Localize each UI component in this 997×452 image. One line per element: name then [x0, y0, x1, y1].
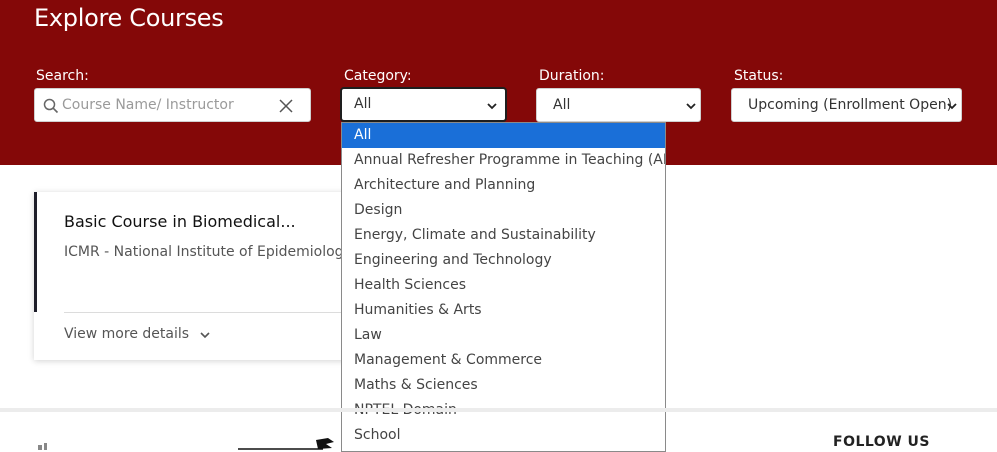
- category-selected-value: All: [354, 96, 372, 112]
- category-option-architecture[interactable]: Architecture and Planning: [342, 173, 665, 198]
- category-option-design[interactable]: Design: [342, 198, 665, 223]
- category-option-all[interactable]: All: [342, 123, 665, 148]
- category-option-maths[interactable]: Maths & Sciences: [342, 373, 665, 398]
- category-option-arpit[interactable]: Annual Refresher Programme in Teaching (…: [342, 148, 665, 173]
- category-select[interactable]: All: [340, 87, 507, 122]
- search-field[interactable]: [34, 88, 311, 122]
- status-select[interactable]: Upcoming (Enrollment Open): [731, 88, 962, 122]
- view-more-details-link[interactable]: View more details: [64, 326, 189, 342]
- card-accent-bar: [34, 192, 37, 312]
- chevron-down-icon[interactable]: [198, 329, 212, 341]
- search-label: Search:: [36, 68, 89, 84]
- category-dropdown-list[interactable]: All Annual Refresher Programme in Teachi…: [341, 122, 666, 452]
- search-input[interactable]: [62, 95, 277, 115]
- duration-selected-value: All: [553, 97, 571, 113]
- close-icon[interactable]: [278, 98, 294, 114]
- page-title: Explore Courses: [34, 4, 224, 32]
- category-option-law[interactable]: Law: [342, 323, 665, 348]
- category-option-management[interactable]: Management & Commerce: [342, 348, 665, 373]
- category-option-energy[interactable]: Energy, Climate and Sustainability: [342, 223, 665, 248]
- chevron-down-icon: [686, 103, 696, 110]
- course-card[interactable]: Basic Course in Biomedical... ICMR - Nat…: [34, 192, 354, 360]
- status-label: Status:: [734, 68, 784, 84]
- footer-partner-logo: [238, 438, 334, 450]
- duration-select[interactable]: All: [536, 88, 701, 122]
- chevron-down-icon: [487, 103, 497, 110]
- follow-us-heading: FOLLOW US: [833, 434, 930, 450]
- card-divider: [64, 312, 354, 313]
- footer-divider: [0, 408, 997, 412]
- course-institute: ICMR - National Institute of Epidemiolog…: [64, 244, 352, 260]
- course-title[interactable]: Basic Course in Biomedical...: [64, 212, 296, 231]
- category-option-engineering[interactable]: Engineering and Technology: [342, 248, 665, 273]
- category-option-school[interactable]: School: [342, 423, 665, 448]
- chevron-down-icon: [947, 103, 957, 110]
- duration-label: Duration:: [539, 68, 605, 84]
- category-option-humanities[interactable]: Humanities & Arts: [342, 298, 665, 323]
- category-option-health[interactable]: Health Sciences: [342, 273, 665, 298]
- search-icon: [43, 98, 59, 114]
- category-label: Category:: [344, 68, 412, 84]
- status-selected-value: Upcoming (Enrollment Open): [748, 97, 953, 113]
